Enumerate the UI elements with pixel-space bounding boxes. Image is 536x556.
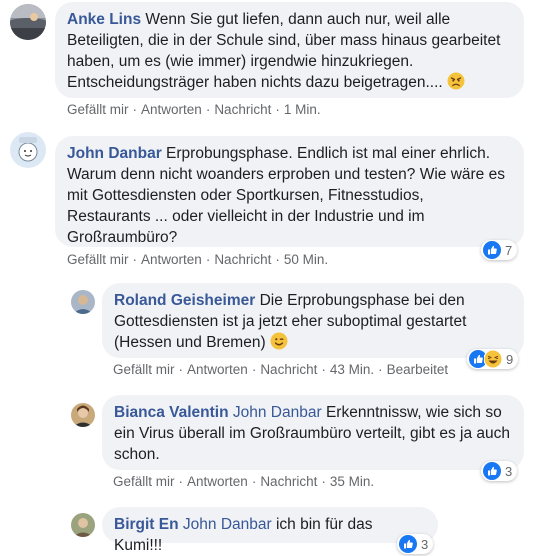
timestamp[interactable]: 43 Min. [330,362,374,377]
comment-bubble: Birgit En John Danbar ich bin für das Ku… [102,507,438,554]
reaction-count: 9 [506,351,514,367]
comment-author[interactable]: Bianca Valentin [114,404,229,421]
comment-author[interactable]: Birgit En [114,516,179,533]
like-icon [483,241,501,259]
timestamp[interactable]: 1 Min. [284,102,321,117]
reply-link[interactable]: Antworten [187,474,248,489]
like-link[interactable]: Gefällt mir [67,102,129,117]
message-link[interactable]: Nachricht [260,474,317,489]
like-icon [483,462,501,480]
like-link[interactable]: Gefällt mir [113,362,175,377]
comment-bubble: Anke Lins Wenn Sie gut liefen, dann auch… [55,2,524,98]
comment-author[interactable]: Roland Geisheimer [114,292,255,309]
comment-author[interactable]: Anke Lins [67,11,141,28]
comment-bubble: Roland Geisheimer Die Erprobungsphase be… [102,283,524,358]
comment-bubble: John Danbar Erprobungsphase. Endlich ist… [55,136,524,247]
reaction-summary[interactable]: 3 [481,461,518,481]
avatar[interactable] [10,4,46,40]
comment-bubble: Bianca Valentin John Danbar Erkenntnissw… [102,395,524,470]
reaction-count: 3 [421,536,429,552]
avatar[interactable] [71,290,95,314]
reply-link[interactable]: Antworten [187,362,248,377]
reaction-summary[interactable]: 7 [481,240,518,260]
like-link[interactable]: Gefällt mir [113,474,175,489]
avatar[interactable] [71,513,95,537]
timestamp[interactable]: 50 Min. [284,252,328,267]
comment-actions: Gefällt mir · Antworten · Nachricht · 43 Min. ·… [113,362,449,377]
avatar[interactable] [10,132,46,168]
reply-link[interactable]: Antworten [141,102,202,117]
message-link[interactable]: Nachricht [214,252,271,267]
angry-emoji-icon [447,72,465,90]
wink-emoji-icon [270,332,288,350]
avatar[interactable] [71,403,95,427]
message-link[interactable]: Nachricht [260,362,317,377]
comment-actions: Gefällt mir · Antworten · Nachricht · 1 Min. [67,102,321,117]
comment-actions: Gefällt mir · Antworten · Nachricht · 35 Min. [113,474,375,489]
edited-label[interactable]: Bearbeitet [387,362,449,377]
comment-actions: Gefällt mir · Antworten · Nachricht · 50 Min. [67,252,329,267]
comment-mention[interactable]: John Danbar [183,516,272,533]
like-link[interactable]: Gefällt mir [67,252,129,267]
reaction-count: 7 [505,242,513,258]
comment-author[interactable]: John Danbar [67,145,162,162]
message-link[interactable]: Nachricht [214,102,271,117]
haha-icon [484,350,502,368]
reply-link[interactable]: Antworten [141,252,202,267]
comment-mention[interactable]: John Danbar [233,404,322,421]
reaction-count: 3 [505,463,513,479]
reaction-summary[interactable]: 9 [467,349,519,369]
reaction-summary[interactable]: 3 [397,534,434,554]
like-icon [399,535,417,553]
timestamp[interactable]: 35 Min. [330,474,374,489]
